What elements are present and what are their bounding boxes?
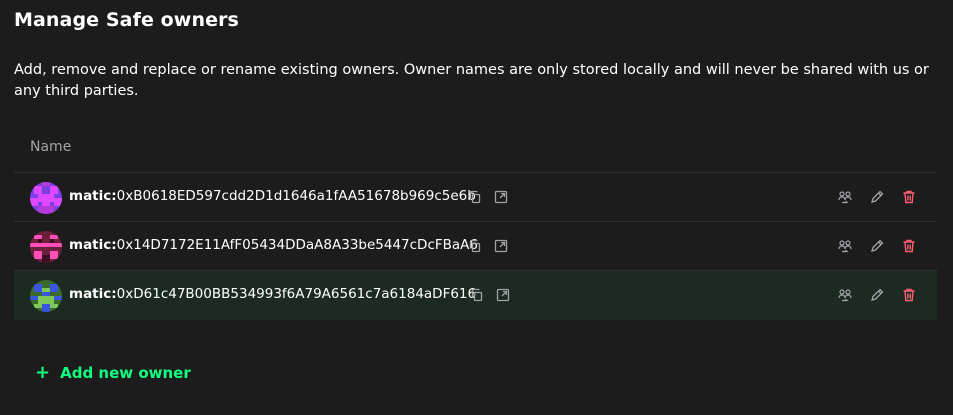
external-link-icon[interactable] bbox=[493, 189, 509, 205]
avatar bbox=[30, 231, 62, 263]
replace-owner-icon[interactable] bbox=[837, 238, 853, 254]
trash-icon[interactable] bbox=[901, 238, 917, 254]
edit-icon[interactable] bbox=[869, 238, 885, 254]
page-title: Manage Safe owners bbox=[14, 9, 239, 31]
owner-address: matic:0xD61c47B00BB534993f6A79A6561c7a61… bbox=[69, 286, 476, 302]
row-actions bbox=[837, 189, 917, 205]
table-header: Name bbox=[14, 122, 937, 173]
address-actions bbox=[469, 287, 511, 303]
address-actions bbox=[467, 189, 509, 205]
address-text: 0x14D7172E11AfF05434DDaA8A33be5447cDcFBa… bbox=[116, 237, 479, 253]
chain-prefix: matic: bbox=[69, 286, 117, 302]
table-row: matic:0xD61c47B00BB534993f6A79A6561c7a61… bbox=[14, 271, 937, 320]
column-header-name: Name bbox=[30, 139, 72, 155]
avatar bbox=[30, 182, 62, 214]
page-description: Add, remove and replace or rename existi… bbox=[14, 62, 929, 99]
manage-owners-page: Manage Safe owners Add, remove and repla… bbox=[0, 0, 953, 415]
add-new-owner-button[interactable]: + Add new owner bbox=[35, 362, 191, 383]
chain-prefix: matic: bbox=[69, 188, 117, 204]
owners-table: Name matic:0xB0618ED597cdd2D1d1646a1fAA5… bbox=[14, 122, 937, 320]
row-actions bbox=[837, 238, 917, 254]
replace-owner-icon[interactable] bbox=[837, 189, 853, 205]
address-text: 0xB0618ED597cdd2D1d1646a1fAA51678b969c5e… bbox=[116, 188, 476, 204]
avatar bbox=[30, 280, 62, 312]
address-actions bbox=[467, 238, 509, 254]
table-row: matic:0xB0618ED597cdd2D1d1646a1fAA51678b… bbox=[14, 173, 937, 222]
add-new-owner-label: Add new owner bbox=[60, 364, 191, 382]
edit-icon[interactable] bbox=[869, 189, 885, 205]
row-actions bbox=[837, 287, 917, 303]
trash-icon[interactable] bbox=[901, 189, 917, 205]
chain-prefix: matic: bbox=[69, 237, 117, 253]
owner-address: matic:0xB0618ED597cdd2D1d1646a1fAA51678b… bbox=[69, 188, 476, 204]
owner-address: matic:0x14D7172E11AfF05434DDaA8A33be5447… bbox=[69, 237, 478, 253]
address-text: 0xD61c47B00BB534993f6A79A6561c7a6184aDF6… bbox=[116, 286, 477, 302]
copy-icon[interactable] bbox=[467, 238, 483, 254]
trash-icon[interactable] bbox=[901, 287, 917, 303]
copy-icon[interactable] bbox=[467, 189, 483, 205]
table-row: matic:0x14D7172E11AfF05434DDaA8A33be5447… bbox=[14, 222, 937, 271]
edit-icon[interactable] bbox=[869, 287, 885, 303]
replace-owner-icon[interactable] bbox=[837, 287, 853, 303]
external-link-icon[interactable] bbox=[493, 238, 509, 254]
external-link-icon[interactable] bbox=[495, 287, 511, 303]
plus-icon: + bbox=[35, 362, 51, 383]
copy-icon[interactable] bbox=[469, 287, 485, 303]
